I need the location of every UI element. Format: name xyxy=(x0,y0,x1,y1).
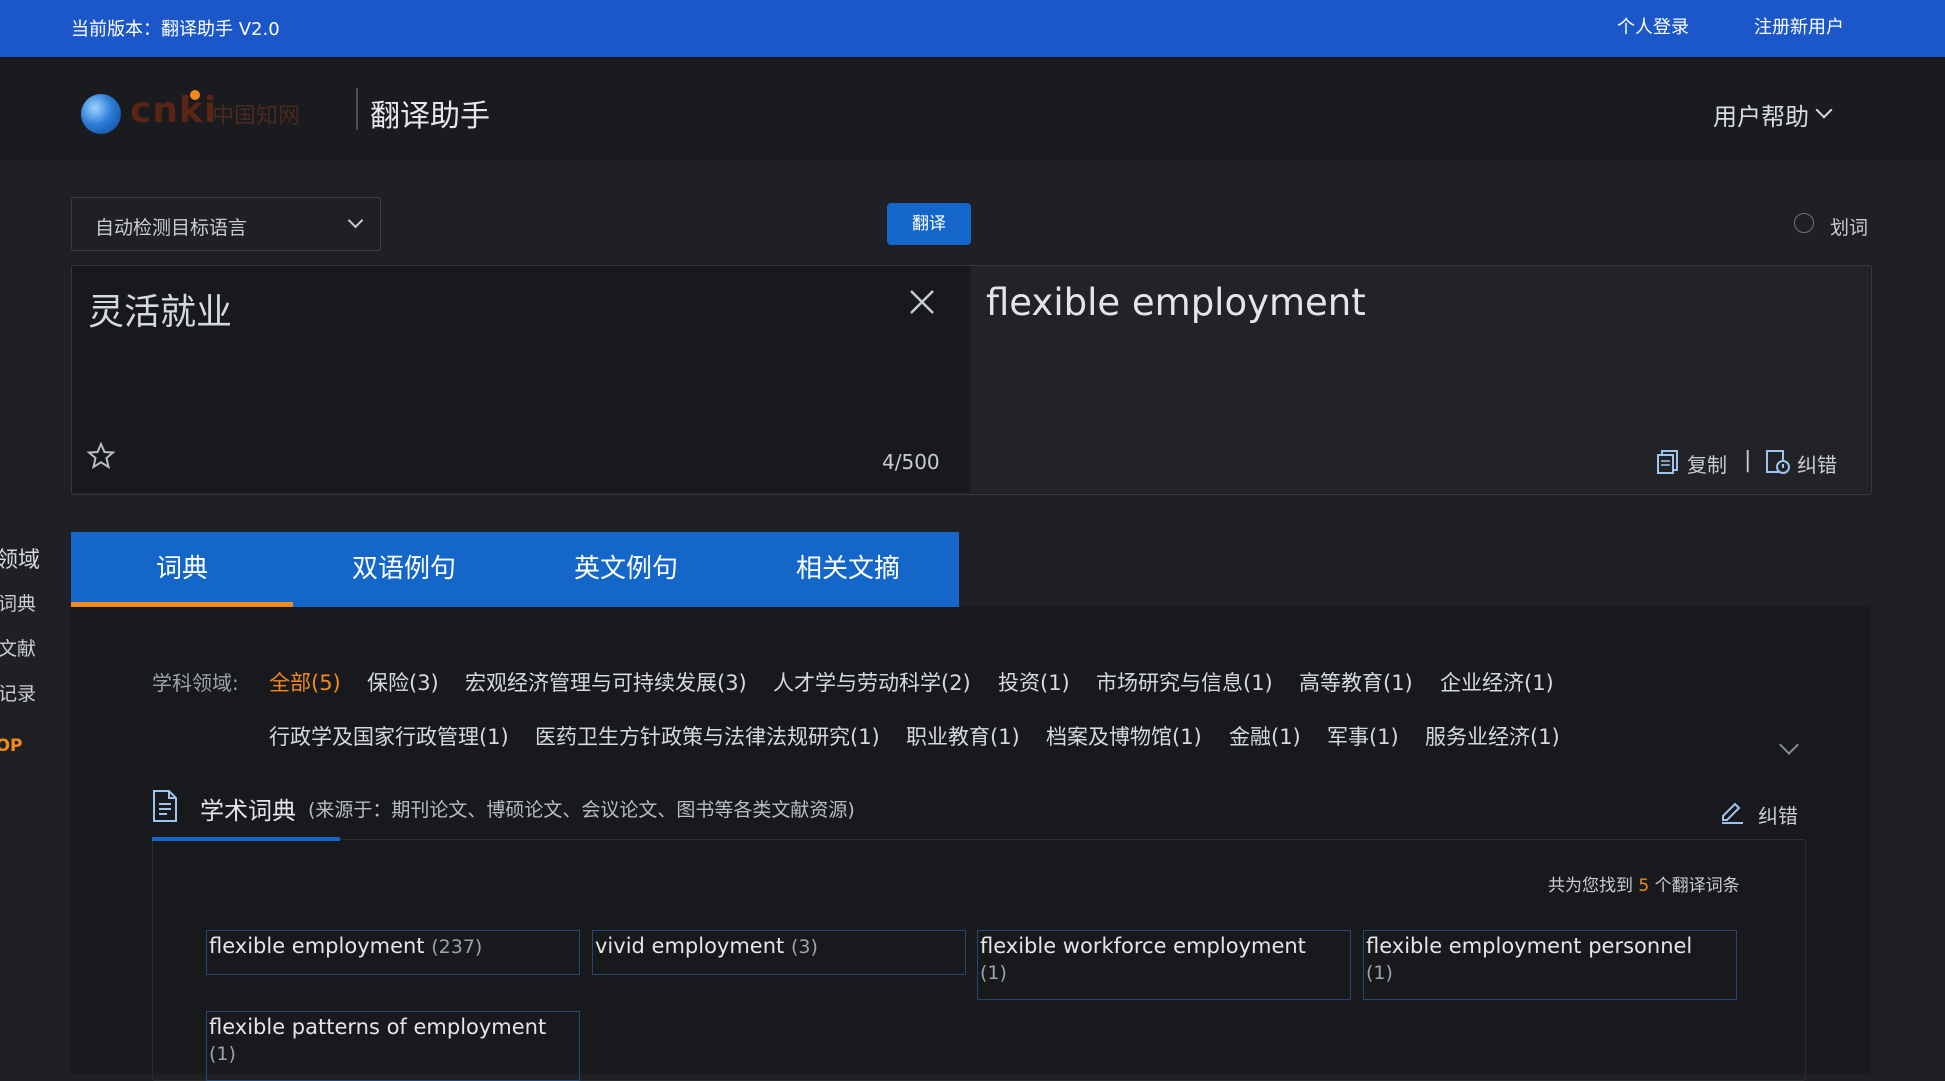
term-count: (1) xyxy=(1366,962,1393,984)
term-count: (237) xyxy=(431,936,483,958)
found-prefix: 共为您找到 xyxy=(1548,876,1633,896)
term-item[interactable]: vivid employment (3) xyxy=(592,930,966,975)
sidebar-item-history[interactable]: 记录 xyxy=(0,679,36,706)
version-label: 当前版本：翻译助手 V2.0 xyxy=(71,19,280,40)
term-text: flexible employment personnel xyxy=(1366,934,1693,958)
field-filter[interactable]: 全部(5) xyxy=(269,667,341,697)
action-separator: | xyxy=(1744,448,1752,473)
field-filter[interactable]: 市场研究与信息(1) xyxy=(1096,667,1273,697)
term-count: (1) xyxy=(980,962,1007,984)
field-filter[interactable]: 高等教育(1) xyxy=(1299,667,1413,697)
document-icon xyxy=(153,790,177,822)
results-underline xyxy=(152,837,340,841)
select-value: 自动检测目标语言 xyxy=(95,217,248,239)
term-count: (1) xyxy=(209,1043,236,1065)
back-to-top-button[interactable]: TOP xyxy=(0,736,23,756)
field-filter[interactable]: 保险(3) xyxy=(367,667,439,697)
sidebar-item-dictionary[interactable]: 词典 xyxy=(0,589,36,616)
register-link[interactable]: 注册新用户 xyxy=(1754,13,1844,39)
tab-dictionary[interactable]: 词典 xyxy=(71,532,293,607)
field-filter[interactable]: 投资(1) xyxy=(998,667,1070,697)
dictionary-correct-button[interactable]: 纠错 xyxy=(1758,800,1798,829)
field-filter[interactable]: 医药卫生方针政策与法律法规研究(1) xyxy=(535,721,880,751)
field-filter[interactable]: 职业教育(1) xyxy=(906,721,1020,751)
term-item[interactable]: flexible patterns of employment (1) xyxy=(206,1011,580,1081)
login-link[interactable]: 个人登录 xyxy=(1617,13,1689,39)
subject-field-label: 学科领域: xyxy=(152,671,239,695)
pencil-icon[interactable] xyxy=(1719,798,1745,824)
field-filter[interactable]: 服务业经济(1) xyxy=(1425,721,1560,751)
target-language-select[interactable]: 自动检测目标语言 xyxy=(71,197,381,251)
term-count: (3) xyxy=(790,936,818,958)
field-filter[interactable]: 行政学及国家行政管理(1) xyxy=(269,721,509,751)
field-filter[interactable]: 企业经济(1) xyxy=(1440,667,1554,697)
chevron-down-icon xyxy=(347,212,364,229)
target-text: flexible employment xyxy=(986,281,1366,324)
sidebar-item-literature[interactable]: 文献 xyxy=(0,634,36,661)
source-text[interactable]: 灵活就业 xyxy=(88,283,232,335)
term-item[interactable]: flexible employment personnel (1) xyxy=(1363,930,1737,1000)
field-filter[interactable]: 人才学与劳动科学(2) xyxy=(773,667,971,697)
term-text: flexible patterns of employment xyxy=(209,1015,547,1039)
correct-button[interactable]: 纠错 xyxy=(1797,449,1837,478)
field-filter[interactable]: 金融(1) xyxy=(1229,721,1301,751)
star-icon[interactable] xyxy=(86,441,116,471)
logo-subtext: 中国知网 xyxy=(212,104,301,129)
term-text: vivid employment xyxy=(595,934,785,958)
section-title: 学术词典 xyxy=(200,797,296,825)
help-menu[interactable]: 用户帮助 xyxy=(1713,97,1809,132)
copy-button[interactable]: 复制 xyxy=(1687,449,1727,478)
sidebar-heading: 领域 xyxy=(0,548,41,573)
app-title: 翻译助手 xyxy=(370,99,490,134)
found-suffix: 个翻译词条 xyxy=(1654,876,1740,896)
select-word-label: 划词 xyxy=(1830,217,1869,239)
copy-icon[interactable] xyxy=(1656,449,1680,475)
logo-text: cnki xyxy=(130,90,218,131)
field-filter[interactable]: 宏观经济管理与可持续发展(3) xyxy=(465,667,747,697)
logo-divider xyxy=(356,88,358,130)
tab-english-examples[interactable]: 英文例句 xyxy=(515,532,737,607)
term-item[interactable]: flexible employment (237) xyxy=(206,930,580,975)
section-subtitle: (来源于：期刊论文、博硕论文、会议论文、图书等各类文献资源) xyxy=(308,799,855,821)
error-report-icon[interactable] xyxy=(1765,449,1791,475)
term-text: flexible workforce employment xyxy=(980,934,1306,958)
globe-logo-icon xyxy=(81,94,121,134)
result-tabs: 词典 双语例句 英文例句 相关文摘 xyxy=(71,532,959,607)
select-word-radio[interactable] xyxy=(1794,213,1814,233)
term-text: flexible employment xyxy=(209,934,425,958)
term-item[interactable]: flexible workforce employment (1) xyxy=(977,930,1351,1000)
field-filter[interactable]: 档案及博物馆(1) xyxy=(1046,721,1202,751)
translate-button[interactable]: 翻译 xyxy=(887,203,971,245)
found-count: 5 xyxy=(1638,876,1650,896)
tab-related-abstracts[interactable]: 相关文摘 xyxy=(737,532,959,607)
char-count: 4/500 xyxy=(882,450,940,474)
field-filter[interactable]: 军事(1) xyxy=(1327,721,1399,751)
close-icon[interactable] xyxy=(905,285,939,319)
logo-dot xyxy=(190,90,200,100)
top-bar: 当前版本：翻译助手 V2.0 个人登录 注册新用户 xyxy=(0,0,1945,57)
found-summary: 共为您找到 5 个翻译词条 xyxy=(1548,871,1740,896)
tab-bilingual-examples[interactable]: 双语例句 xyxy=(293,532,515,607)
